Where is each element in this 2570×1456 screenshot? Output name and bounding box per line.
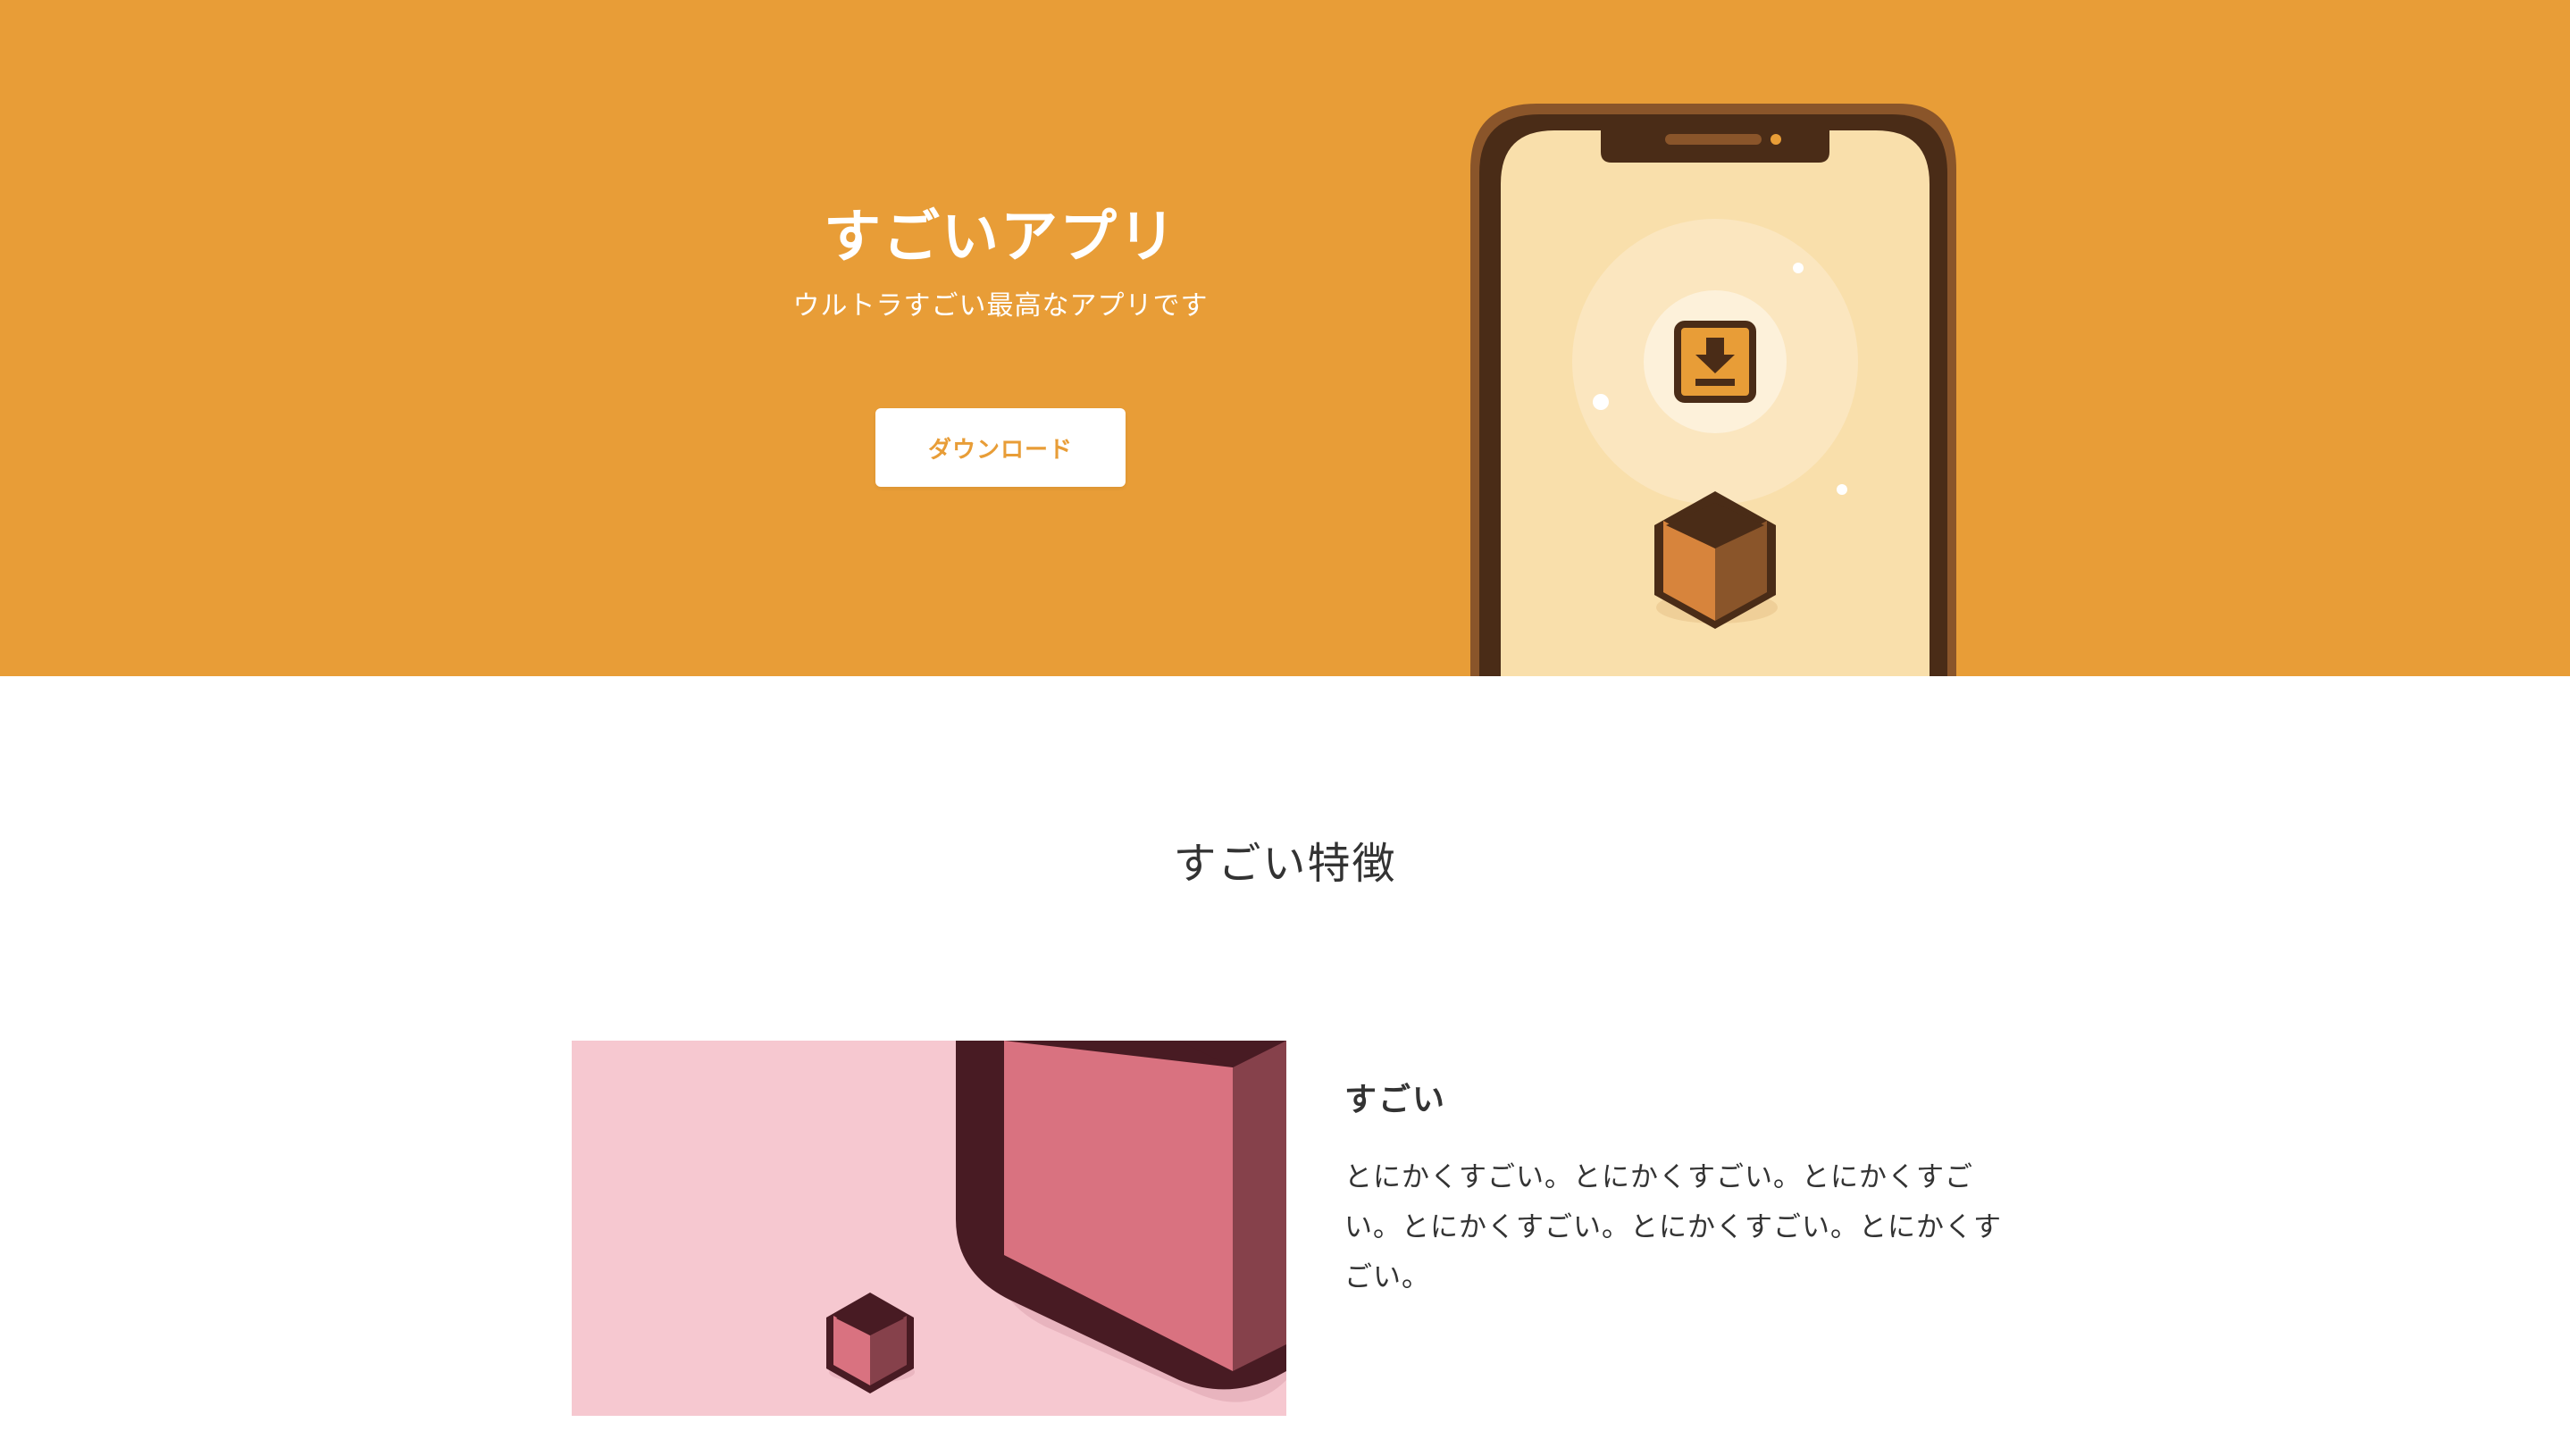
hero-text: すごいアプリ ウルトラすごい最高なアプリです — [697, 204, 1304, 322]
phone-camera — [1771, 134, 1781, 145]
feature-description: とにかくすごい。とにかくすごい。とにかくすごい。とにかくすごい。とにかくすごい。… — [1344, 1161, 2002, 1293]
phone-speaker — [1665, 134, 1762, 145]
download-icon — [1674, 321, 1756, 403]
cube-illustration — [572, 1041, 1286, 1416]
app-subtitle: ウルトラすごい最高なアプリです — [792, 289, 1209, 322]
features-section: すごい特徴 すごい とにかくすごい。とにかくすごい。とにかくすごい。とにかくすご… — [0, 676, 2570, 1456]
features-heading: すごい特徴 — [1173, 839, 1397, 889]
feature-title: すごい — [1344, 1082, 1447, 1118]
download-button[interactable]: ダウンロード — [875, 408, 1126, 487]
feature-text: すごい とにかくすごい。とにかくすごい。とにかくすごい。とにかくすごい。とにかく… — [1344, 1074, 2023, 1302]
hero-section: すごいアプリ ウルトラすごい最高なアプリです ダウンロード — [0, 0, 2570, 676]
phone-illustration — [1470, 104, 1956, 676]
app-title: すごいアプリ — [824, 205, 1177, 271]
feature-image — [572, 1041, 1286, 1416]
